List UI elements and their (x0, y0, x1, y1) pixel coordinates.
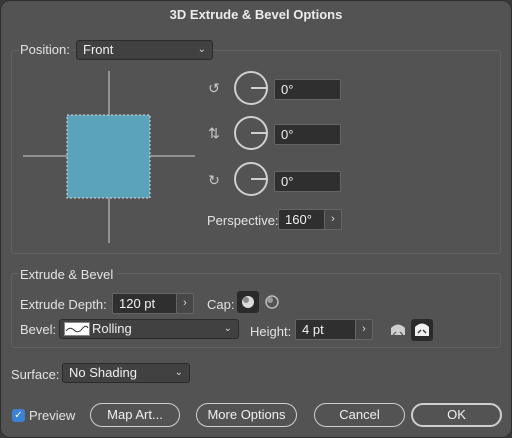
cube-face (66, 114, 151, 199)
cap-off-icon (265, 295, 279, 309)
rotate-x-icon: ↺ (208, 80, 220, 96)
more-options-button[interactable]: More Options (196, 403, 297, 427)
extrude-depth-field[interactable]: 120 pt (112, 293, 178, 314)
rotate-z-icon: ↻ (208, 172, 220, 188)
perspective-label: Perspective: (207, 213, 279, 228)
cap-label: Cap: (207, 297, 235, 312)
preview-checkbox[interactable]: ✓ (12, 409, 25, 422)
extrude-bevel-dialog: 3D Extrude & Bevel Options Position: Fro… (0, 0, 512, 438)
bevel-in-icon (415, 323, 429, 336)
cap-off-button[interactable] (261, 291, 283, 313)
surface-dropdown[interactable]: No Shading ⌄ (62, 363, 190, 383)
cancel-button[interactable]: Cancel (314, 403, 405, 427)
position-dropdown[interactable]: Front ⌄ (76, 40, 213, 60)
preview-label: Preview (29, 408, 76, 423)
height-field[interactable]: 4 pt (295, 319, 357, 340)
rotate-x-field[interactable]: 0° (274, 79, 341, 100)
rotate-y-field[interactable]: 0° (274, 124, 341, 145)
rotate-y-dial[interactable] (234, 116, 268, 150)
surface-value: No Shading (69, 365, 137, 380)
ok-button[interactable]: OK (411, 403, 502, 427)
position-value: Front (83, 42, 114, 57)
chevron-down-icon: ⌄ (223, 323, 232, 334)
position-label: Position: (20, 42, 73, 57)
bevel-value: Rolling (92, 321, 132, 336)
height-label: Height: (250, 324, 292, 339)
cap-on-button[interactable] (237, 291, 259, 313)
rotate-z-dial[interactable] (234, 162, 268, 196)
chevron-down-icon: ⌄ (197, 44, 206, 55)
perspective-arrow-button[interactable]: › (324, 209, 342, 230)
track-cube[interactable] (23, 71, 195, 243)
rotate-x-dial[interactable] (234, 71, 268, 105)
bevel-label: Bevel: (20, 322, 57, 337)
bevel-out-icon (391, 324, 405, 336)
bevel-out-button[interactable] (387, 319, 409, 341)
map-art-button[interactable]: Map Art... (90, 403, 180, 427)
height-arrow-button[interactable]: › (355, 319, 373, 340)
bevel-rolling-icon (64, 322, 90, 336)
chevron-down-icon: ⌄ (174, 367, 183, 378)
bevel-dropdown[interactable]: Rolling ⌄ (59, 319, 239, 339)
bevel-in-button[interactable] (411, 319, 433, 341)
dialog-title: 3D Extrude & Bevel Options (169, 7, 343, 22)
perspective-field[interactable]: 160° (278, 209, 326, 230)
rotate-z-field[interactable]: 0° (274, 171, 341, 192)
extrude-bevel-section-title: Extrude & Bevel (20, 267, 118, 282)
extrude-depth-arrow-button[interactable]: › (176, 293, 194, 314)
extrude-depth-label: Extrude Depth: (20, 297, 107, 312)
cap-on-icon (242, 296, 254, 308)
rotate-y-icon: ⇅ (208, 125, 220, 141)
surface-label: Surface: (11, 367, 60, 382)
